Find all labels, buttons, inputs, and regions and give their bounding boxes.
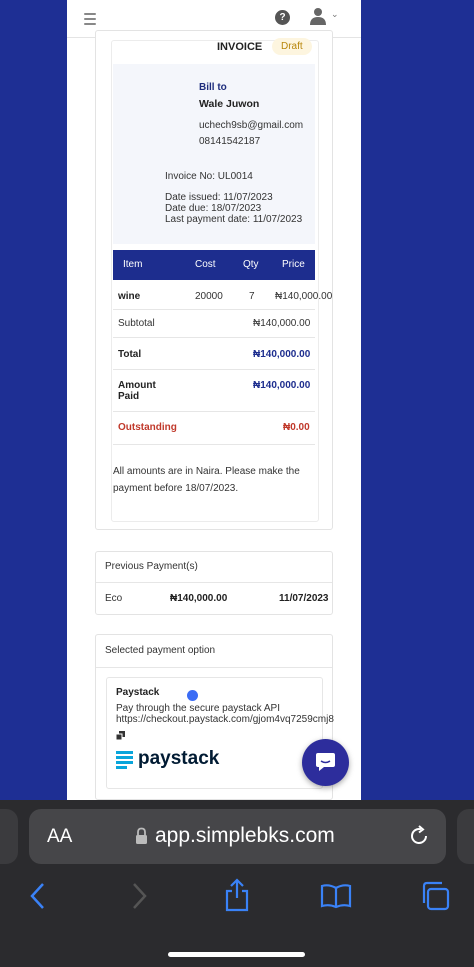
payment-note-line2: payment before 18/07/2023. [113,483,239,494]
previous-payments-title: Previous Payment(s) [105,561,198,572]
total-label: Total [118,349,142,360]
bill-to-label: Bill to [199,82,227,93]
amount-paid-value: ₦140,000.00 [253,380,311,391]
menu-icon[interactable] [84,13,96,25]
next-tab-preview[interactable] [457,809,474,864]
column-header-item: Item [123,259,143,270]
item-price: ₦140,000.00 [275,291,333,302]
customer-email: uchech9sb@gmail.com [199,120,304,131]
subtotal-value: ₦140,000.00 [253,318,311,329]
divider [96,582,332,583]
divider [113,369,315,370]
customer-name: Wale Juwon [199,98,260,110]
divider [113,411,315,412]
subtotal-label: Subtotal [118,318,155,329]
amount-paid-label: Amount [118,380,156,391]
payment-option-title: Selected payment option [105,645,216,656]
amount-paid-label-line2: Paid [118,391,140,402]
back-icon[interactable] [28,882,46,910]
invoice-number: Invoice No: UL0014 [165,171,253,182]
paystack-logo-icon [116,750,136,770]
payment-link[interactable]: https://checkout.paystack.com/gjom4vq725… [116,714,362,725]
payment-option-name: Paystack [116,687,160,698]
payment-note-line1: All amounts are in Naira. Please make th… [113,466,300,477]
item-qty: 7 [249,291,255,302]
column-header-cost: Cost [195,259,216,270]
date-due: Date due: 18/07/2023 [165,203,262,214]
date-issued: Date issued: 11/07/2023 [165,192,273,203]
url-text[interactable]: app.simplebks.com [155,824,335,848]
divider [113,309,315,310]
home-indicator [168,952,305,957]
column-header-qty: Qty [243,259,259,270]
chevron-down-icon[interactable]: ⌄ [331,9,339,20]
copy-icon[interactable] [115,727,126,741]
column-header-price: Price [282,259,305,270]
lock-icon [135,827,148,845]
customer-phone: 08141542187 [199,136,261,147]
item-name: wine [118,291,141,302]
last-payment-date: Last payment date: 11/07/2023 [165,214,303,225]
total-value: ₦140,000.00 [253,349,311,360]
outstanding-label: Outstanding [118,422,177,433]
invoice-title: INVOICE [217,41,263,53]
paystack-radio-button[interactable] [187,690,198,701]
share-icon[interactable] [224,878,250,912]
payment-option-description: Pay through the secure paystack API [116,703,280,714]
chat-button[interactable] [302,739,349,786]
divider [96,667,332,668]
bookmarks-icon[interactable] [320,883,352,909]
paystack-logo-text: paystack [138,748,220,769]
previous-tab-preview[interactable] [0,809,18,864]
item-cost: 20000 [195,291,223,302]
outstanding-value: ₦0.00 [283,422,310,433]
payment-date: 11/07/2023 [279,593,329,604]
payment-method: Eco [105,593,123,604]
divider [113,337,315,338]
reload-icon[interactable] [408,825,430,847]
payment-amount: ₦140,000.00 [170,593,228,604]
forward-icon [131,882,149,910]
text-size-button[interactable]: AA [47,826,72,848]
tabs-icon[interactable] [420,881,450,911]
divider [113,444,315,445]
items-table-header: Item Cost Qty Price [113,250,315,280]
help-icon[interactable]: ? [275,10,290,25]
user-avatar-icon[interactable] [310,7,326,25]
chat-icon [316,753,335,771]
status-badge: Draft [272,38,312,55]
